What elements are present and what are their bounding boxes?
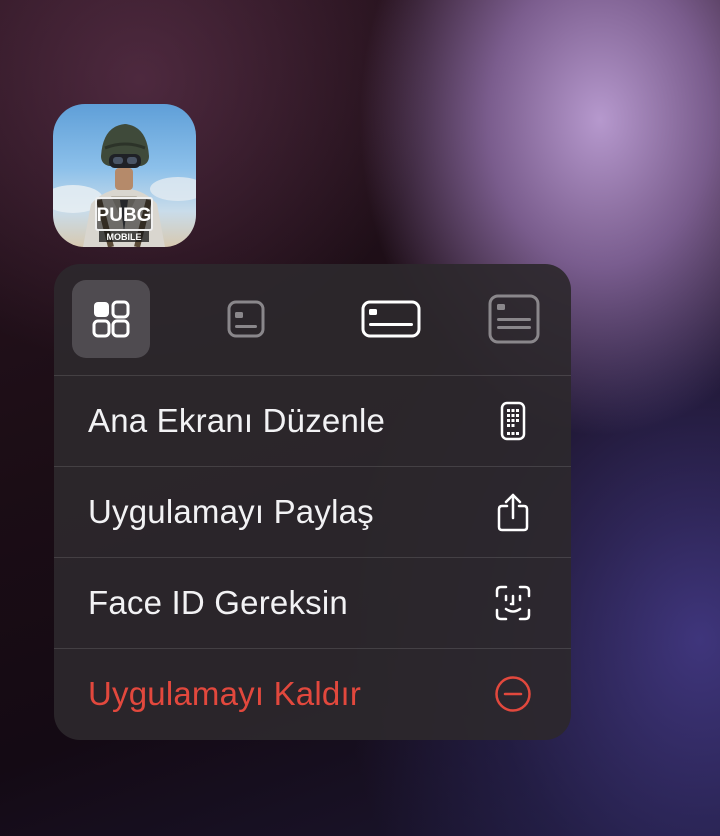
menu-item-share-app[interactable]: Uygulamayı Paylaş	[54, 467, 571, 558]
widget-size-large-option[interactable]	[475, 280, 553, 358]
menu-item-label: Uygulamayı Paylaş	[88, 493, 374, 530]
phone-apps-icon	[493, 401, 533, 441]
medium-widget-icon	[361, 300, 421, 338]
menu-item-remove-app[interactable]: Uygulamayı Kaldır	[54, 649, 571, 739]
widget-size-row	[54, 264, 571, 376]
context-menu: Ana Ekranı Düzenle Uygulamayı Paylaş Fac…	[54, 264, 571, 740]
widget-size-app-grid-option[interactable]	[72, 280, 150, 358]
face-id-icon	[493, 583, 533, 623]
large-widget-icon	[488, 294, 540, 344]
minus-circle-icon	[493, 674, 533, 714]
app-grid-icon	[92, 300, 130, 338]
menu-item-require-face-id[interactable]: Face ID Gereksin	[54, 558, 571, 649]
menu-item-label: Ana Ekranı Düzenle	[88, 402, 386, 439]
pubg-app-icon[interactable]: PUBG MOBILE	[53, 104, 196, 247]
menu-item-edit-home-screen[interactable]: Ana Ekranı Düzenle	[54, 376, 571, 467]
menu-item-label: Uygulamayı Kaldır	[88, 675, 362, 712]
pubg-artwork: PUBG MOBILE	[53, 124, 196, 247]
pubg-logo-text: PUBG	[97, 205, 152, 226]
widget-size-medium-option[interactable]	[341, 280, 441, 358]
share-icon	[493, 492, 533, 532]
pubg-logo-subtext: MOBILE	[107, 232, 142, 242]
widget-size-small-option[interactable]	[207, 280, 285, 358]
menu-item-label: Face ID Gereksin	[88, 584, 348, 621]
small-widget-icon	[227, 300, 265, 338]
